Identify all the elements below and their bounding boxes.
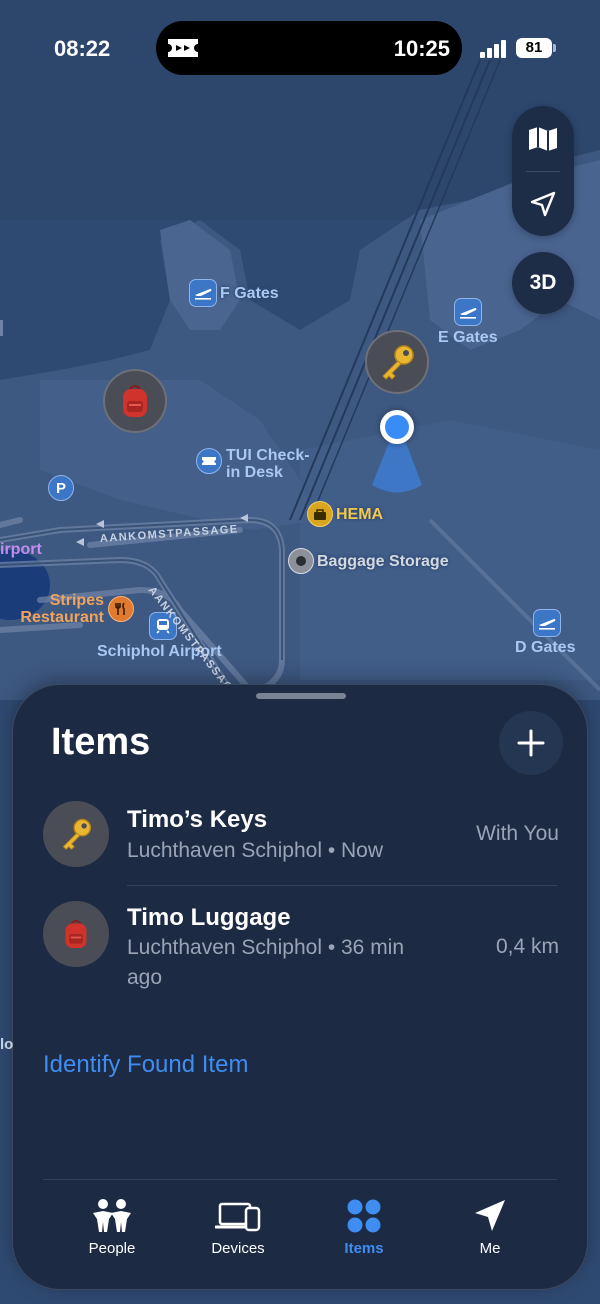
- poi-d-gates-label[interactable]: D Gates: [515, 639, 575, 656]
- items-sheet: Items Timo’s Keys Luchthaven Schiphol • …: [12, 684, 588, 1290]
- item-name: Timo’s Keys: [127, 806, 268, 833]
- people-icon: [93, 1199, 131, 1232]
- item-row-timos-keys[interactable]: Timo’s Keys Luchthaven Schiphol • Now Wi…: [43, 801, 559, 871]
- devices-icon: [215, 1202, 261, 1232]
- item-avatar: [43, 901, 109, 967]
- key-icon: [62, 818, 92, 850]
- item-status: 0,4 km: [495, 935, 559, 958]
- poi-tui-label[interactable]: TUI Check- in Desk: [226, 447, 310, 481]
- tab-items[interactable]: Items: [309, 1198, 419, 1257]
- item-avatar: [43, 801, 109, 867]
- key-icon: [382, 345, 414, 380]
- poi-e-gates-icon[interactable]: [454, 298, 482, 326]
- sheet-grabber[interactable]: [256, 693, 346, 699]
- tab-label: Items: [344, 1240, 384, 1257]
- items-icon: [347, 1199, 381, 1233]
- signal-icon: [480, 40, 506, 58]
- poi-hema[interactable]: HEMA: [307, 501, 383, 527]
- item-location: Luchthaven Schiphol • Now: [127, 839, 384, 862]
- tab-me[interactable]: Me: [435, 1198, 545, 1257]
- row-divider: [127, 885, 557, 886]
- luggage-map-pin[interactable]: [103, 369, 167, 433]
- poi-f-gates[interactable]: F Gates: [189, 279, 279, 307]
- current-location-dot: [380, 410, 414, 444]
- item-location: Luchthaven Schiphol • 36 min ago: [127, 936, 405, 989]
- poi-airport-partial-label[interactable]: irport: [0, 541, 42, 558]
- tab-label: Devices: [211, 1240, 265, 1257]
- airplane-departure-icon: [189, 279, 217, 307]
- battery-indicator: 81: [516, 38, 556, 58]
- keys-map-pin[interactable]: [365, 330, 429, 394]
- shopping-bag-icon: [307, 501, 333, 527]
- poi-d-gates-icon[interactable]: [533, 609, 561, 637]
- map-icon: [529, 126, 557, 151]
- dynamic-island[interactable]: 10:25: [156, 21, 462, 75]
- item-status: With You: [476, 822, 559, 845]
- tab-label: Me: [479, 1240, 501, 1257]
- backpack-icon: [123, 385, 147, 417]
- item-row-timo-luggage[interactable]: Timo Luggage Luchthaven Schiphol • 36 mi…: [43, 901, 559, 1001]
- ticket-icon: [168, 39, 198, 57]
- poi-label: Baggage Storage: [317, 552, 449, 570]
- tab-devices[interactable]: Devices: [183, 1198, 293, 1257]
- location-arrow-icon: [530, 191, 556, 216]
- poi-label: HEMA: [336, 505, 384, 523]
- restaurant-icon[interactable]: [108, 596, 134, 622]
- parking-icon[interactable]: P: [48, 475, 74, 501]
- tab-people[interactable]: People: [57, 1198, 167, 1257]
- poi-tui-checkin[interactable]: [196, 448, 222, 474]
- sheet-title: Items: [51, 721, 151, 763]
- map-controls: [512, 106, 574, 236]
- poi-baggage-storage[interactable]: Baggage Storage: [288, 548, 449, 574]
- plus-icon: [517, 729, 545, 757]
- track-location-button[interactable]: [512, 171, 574, 236]
- map-mode-button[interactable]: [512, 106, 574, 171]
- location-arrow-icon: [475, 1200, 505, 1231]
- tab-label: People: [88, 1240, 136, 1257]
- island-time: 10:25: [393, 36, 450, 61]
- dot-icon: [288, 548, 314, 574]
- backpack-icon: [65, 920, 87, 948]
- identify-found-item-link[interactable]: Identify Found Item: [43, 1051, 248, 1079]
- poi-label: F Gates: [220, 284, 279, 302]
- airplane-departure-icon: [454, 298, 482, 326]
- poi-e-gates-label[interactable]: E Gates: [438, 329, 498, 346]
- poi-stripes-label[interactable]: Stripes Restaurant: [16, 592, 104, 626]
- ticket-icon: [196, 448, 222, 474]
- status-time: 08:22: [54, 36, 111, 61]
- add-item-button[interactable]: [499, 711, 563, 775]
- airplane-departure-icon: [533, 609, 561, 637]
- tab-bar: People Devices Items Me: [43, 1179, 557, 1289]
- map-partial-label: lo: [0, 1036, 14, 1053]
- 3d-button[interactable]: 3D: [512, 252, 574, 314]
- item-name: Timo Luggage: [127, 904, 291, 931]
